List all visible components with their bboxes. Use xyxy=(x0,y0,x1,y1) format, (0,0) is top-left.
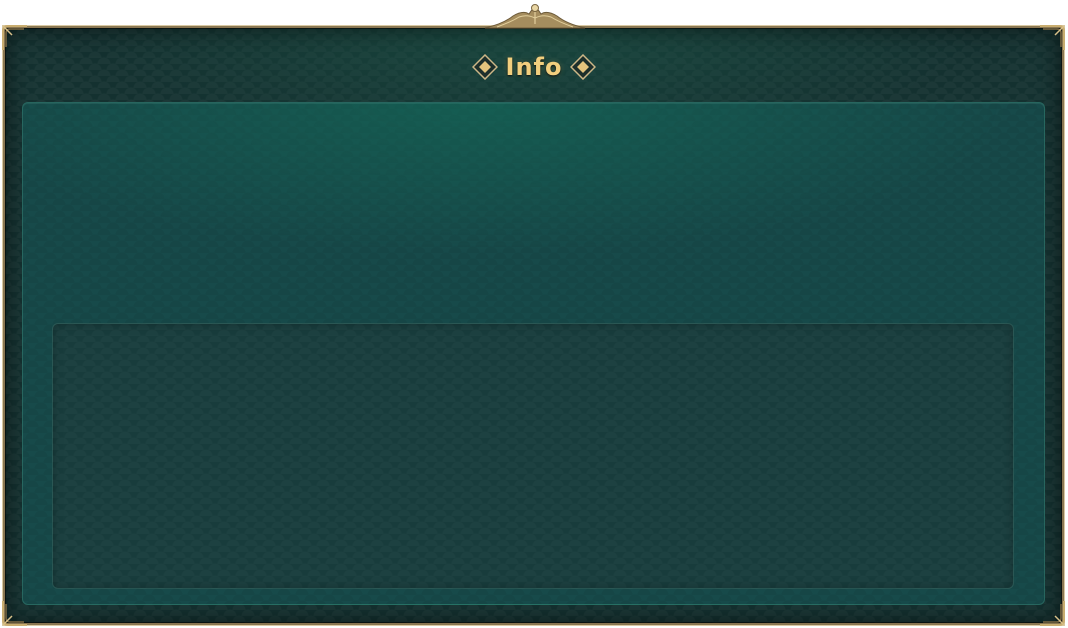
corner-ornament-icon xyxy=(1039,25,1065,51)
dialog-title: Info xyxy=(505,53,563,81)
corner-ornament-icon xyxy=(2,25,28,51)
corner-ornament-icon xyxy=(1039,600,1065,626)
crest-ornament-icon xyxy=(483,2,587,30)
diamond-ornament-icon xyxy=(570,54,597,80)
diamond-ornament-icon xyxy=(471,54,498,80)
stage: Info xyxy=(0,0,1068,628)
inner-content-panel xyxy=(52,323,1014,589)
title-row: Info xyxy=(0,50,1068,84)
